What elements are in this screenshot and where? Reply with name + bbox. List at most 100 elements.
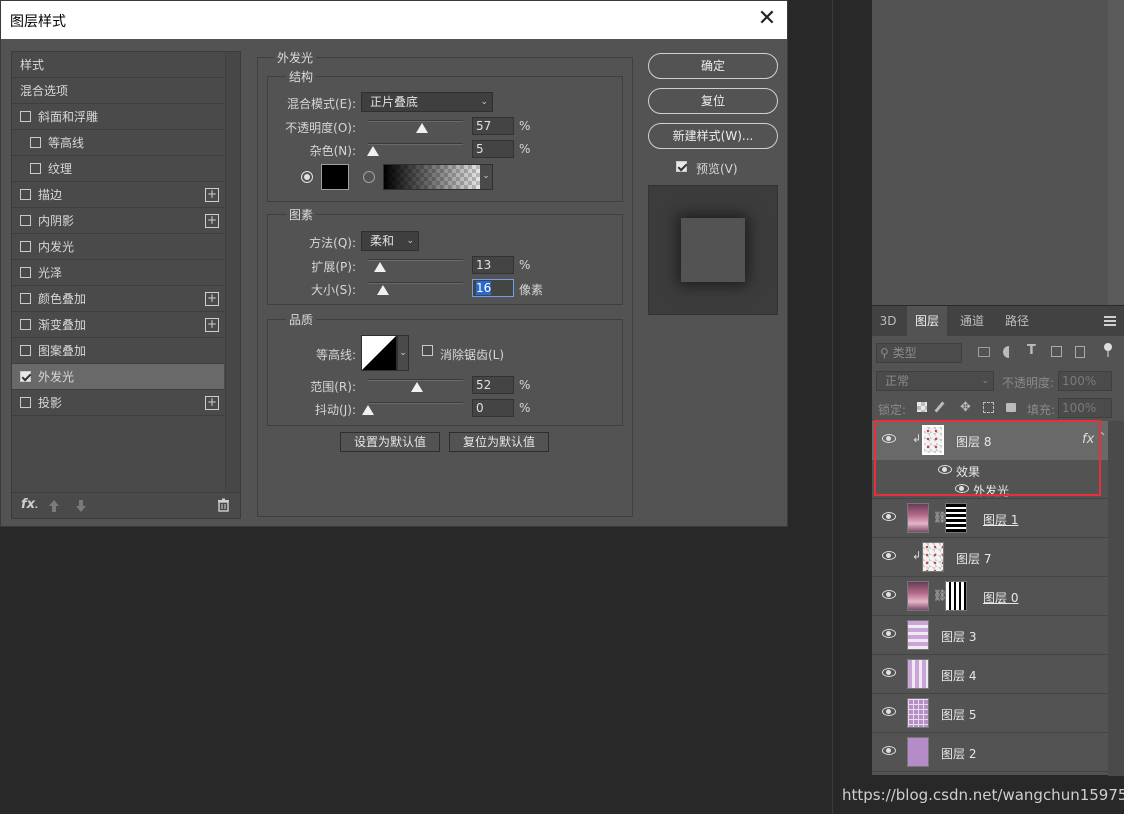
- layer-row[interactable]: ⛓ 图层 0: [872, 577, 1108, 616]
- color-radio[interactable]: [301, 171, 313, 183]
- trash-icon[interactable]: [217, 498, 230, 512]
- panel-menu-icon[interactable]: [1104, 316, 1116, 326]
- blend-mode-select[interactable]: 正片叠底 ⌄: [361, 92, 493, 112]
- jitter-input[interactable]: 0: [472, 399, 514, 417]
- layer-thumbnail[interactable]: [907, 659, 929, 689]
- spread-input[interactable]: 13: [472, 256, 514, 274]
- move-up-icon[interactable]: [48, 499, 60, 513]
- fill-input[interactable]: 100%: [1058, 398, 1112, 418]
- visibility-eye-icon[interactable]: [882, 512, 896, 521]
- size-input[interactable]: 16: [472, 279, 514, 297]
- style-item[interactable]: 样式: [12, 52, 224, 78]
- preview-checkbox[interactable]: [676, 161, 687, 172]
- layer-name[interactable]: 图层 7: [956, 550, 991, 567]
- visibility-eye-icon[interactable]: [882, 707, 896, 716]
- layer-thumbnail[interactable]: [922, 542, 944, 572]
- opacity-slider[interactable]: [368, 120, 463, 122]
- style-item[interactable]: 混合选项: [12, 78, 224, 104]
- layer-mask-thumbnail[interactable]: [945, 503, 967, 533]
- chevron-down-icon[interactable]: ⌄: [397, 335, 409, 371]
- visibility-eye-icon[interactable]: [882, 551, 896, 560]
- style-item-checkbox[interactable]: [30, 137, 41, 148]
- style-item-checkbox[interactable]: [20, 371, 31, 382]
- tab-channels[interactable]: 通道: [952, 306, 992, 336]
- range-slider[interactable]: [368, 379, 463, 381]
- reset-default-button[interactable]: 复位为默认值: [449, 432, 549, 452]
- layer-row[interactable]: ↲ 图层 7: [872, 538, 1108, 577]
- style-item-checkbox[interactable]: [20, 267, 31, 278]
- layer-name[interactable]: 图层 0: [983, 589, 1018, 606]
- spread-slider[interactable]: [368, 259, 463, 261]
- tab-paths[interactable]: 路径: [996, 306, 1038, 336]
- style-item[interactable]: 描边 +: [12, 182, 224, 208]
- layer-row[interactable]: 图层 5: [872, 694, 1108, 733]
- tab-3d[interactable]: 3D: [872, 306, 904, 336]
- layer-name[interactable]: 图层 1: [983, 511, 1018, 528]
- style-item[interactable]: 颜色叠加 +: [12, 286, 224, 312]
- lock-all-icon[interactable]: [1006, 403, 1016, 412]
- range-input[interactable]: 52: [472, 376, 514, 394]
- layer-thumbnail[interactable]: [907, 698, 929, 728]
- close-button[interactable]: ✕: [753, 7, 781, 33]
- range-slider-knob[interactable]: [411, 382, 424, 392]
- contour-picker[interactable]: [361, 335, 397, 371]
- add-effect-icon[interactable]: +: [205, 214, 219, 228]
- style-list-scrollbar[interactable]: [225, 52, 240, 492]
- reset-button[interactable]: 复位: [648, 88, 778, 114]
- style-item-checkbox[interactable]: [20, 111, 31, 122]
- style-item[interactable]: 光泽: [12, 260, 224, 286]
- set-default-button[interactable]: 设置为默认值: [340, 432, 440, 452]
- lock-artboard-icon[interactable]: [983, 402, 994, 413]
- filter-shape-icon[interactable]: [1051, 346, 1062, 357]
- noise-slider[interactable]: [368, 143, 463, 145]
- jitter-slider[interactable]: [368, 402, 463, 404]
- lock-position-icon[interactable]: ✥: [960, 400, 971, 415]
- layer-row[interactable]: 图层 4: [872, 655, 1108, 694]
- visibility-eye-icon[interactable]: [882, 668, 896, 677]
- layer-filter-select[interactable]: ⚲ 类型: [876, 343, 962, 363]
- layer-name[interactable]: 图层 3: [941, 628, 976, 645]
- move-down-icon[interactable]: [75, 499, 87, 513]
- layer-blend-select[interactable]: 正常 ⌄: [876, 371, 994, 391]
- visibility-eye-icon[interactable]: [882, 590, 896, 599]
- style-item[interactable]: 渐变叠加 +: [12, 312, 224, 338]
- style-item[interactable]: 内发光: [12, 234, 224, 260]
- technique-select[interactable]: 柔和 ⌄: [361, 231, 419, 251]
- add-effect-icon[interactable]: +: [205, 318, 219, 332]
- style-item[interactable]: 外发光: [12, 364, 224, 390]
- layer-thumbnail[interactable]: [907, 503, 929, 533]
- noise-input[interactable]: 5: [472, 140, 514, 158]
- ok-button[interactable]: 确定: [648, 53, 778, 79]
- style-item-checkbox[interactable]: [20, 215, 31, 226]
- style-item[interactable]: 内阴影 +: [12, 208, 224, 234]
- style-item-checkbox[interactable]: [20, 319, 31, 330]
- layer-thumbnail[interactable]: [907, 737, 929, 767]
- opacity-input[interactable]: 57: [472, 117, 514, 135]
- style-item[interactable]: 纹理: [12, 156, 224, 182]
- add-effect-icon[interactable]: +: [205, 188, 219, 202]
- style-item[interactable]: 斜面和浮雕: [12, 104, 224, 130]
- layer-thumbnail[interactable]: [907, 581, 929, 611]
- filter-pixel-icon[interactable]: [978, 347, 990, 357]
- noise-slider-knob[interactable]: [366, 146, 379, 156]
- layer-name[interactable]: 图层 4: [941, 667, 976, 684]
- layer-mask-thumbnail[interactable]: [945, 581, 967, 611]
- tab-layers[interactable]: 图层: [907, 306, 947, 336]
- visibility-eye-icon[interactable]: [882, 629, 896, 638]
- layer-name[interactable]: 图层 5: [941, 706, 976, 723]
- filter-type-icon[interactable]: T: [1027, 343, 1036, 358]
- layer-list-scrollbar[interactable]: [1108, 421, 1124, 776]
- add-effect-icon[interactable]: +: [205, 292, 219, 306]
- filter-adjustment-icon[interactable]: [1003, 346, 1015, 358]
- style-item-checkbox[interactable]: [20, 397, 31, 408]
- style-item-checkbox[interactable]: [20, 241, 31, 252]
- upper-panel-scrollbar[interactable]: [1108, 0, 1124, 305]
- lock-image-icon[interactable]: [934, 401, 945, 413]
- gradient-radio[interactable]: [363, 171, 375, 183]
- layer-row[interactable]: 图层 2: [872, 733, 1108, 772]
- style-item-checkbox[interactable]: [20, 189, 31, 200]
- layer-opacity-input[interactable]: 100%: [1058, 371, 1112, 391]
- size-slider-knob[interactable]: [377, 285, 390, 295]
- filter-toggle[interactable]: [1104, 343, 1112, 359]
- style-item-checkbox[interactable]: [30, 163, 41, 174]
